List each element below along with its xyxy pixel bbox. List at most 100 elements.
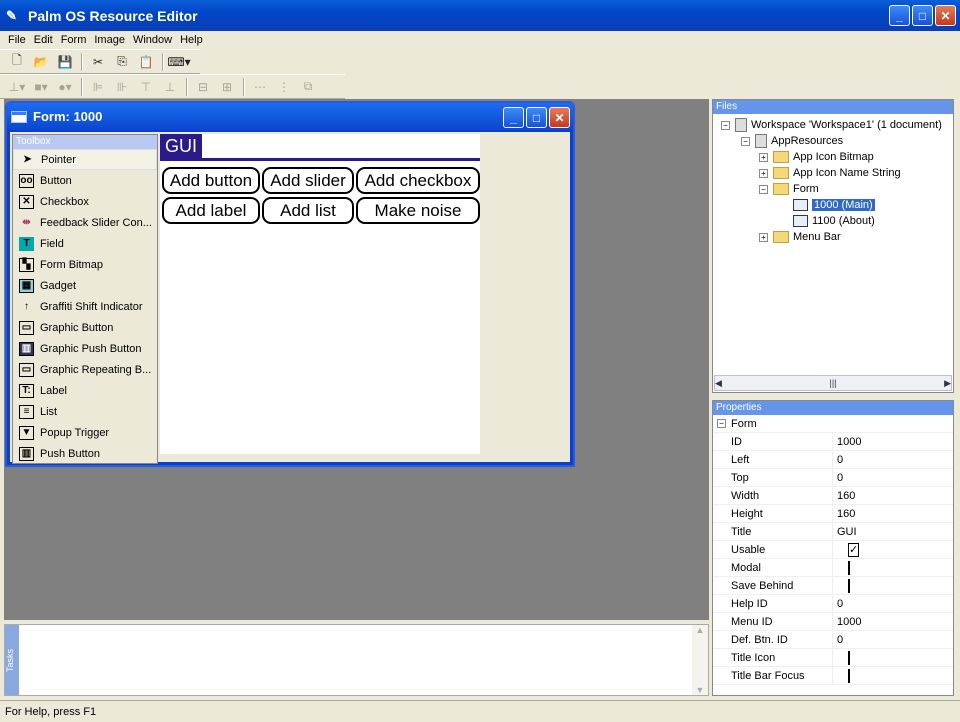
same-size-icon[interactable]: ⧉ <box>297 77 319 97</box>
toolbox-item-graphic-repeating-button[interactable]: ▭ Graphic Repeating B... <box>13 359 157 380</box>
align-top-icon[interactable]: ⊤ <box>135 77 157 97</box>
form-maximize-button[interactable]: □ <box>526 107 547 128</box>
property-row[interactable]: Title Bar Focus <box>713 666 953 685</box>
scroll-left-icon[interactable]: ◀ <box>715 378 722 389</box>
add-button-button[interactable]: Add button <box>162 167 260 194</box>
property-row[interactable]: Usable ✓ <box>713 540 953 559</box>
property-checkbox[interactable] <box>848 560 850 575</box>
tree-app-icon-name[interactable]: + App Icon Name String <box>759 165 901 181</box>
minimize-button[interactable]: _ <box>889 5 910 26</box>
add-checkbox-button[interactable]: Add checkbox <box>356 167 480 194</box>
toolbox-item-form-bitmap[interactable]: ▚ Form Bitmap <box>13 254 157 275</box>
property-value[interactable]: 0 <box>833 598 843 610</box>
tasks-tab[interactable]: Tasks <box>5 625 19 695</box>
property-value[interactable]: 160 <box>833 490 855 502</box>
scroll-thumb[interactable]: ||| <box>829 378 836 388</box>
form-title-tab[interactable]: GUI <box>160 134 203 158</box>
cut-icon[interactable]: ✂ <box>87 52 109 72</box>
toolbox-item-gadget[interactable]: ▦ Gadget <box>13 275 157 296</box>
form-canvas[interactable]: GUI Add button Add slider Add checkbox A… <box>160 134 480 454</box>
add-label-button[interactable]: Add label <box>162 197 260 224</box>
toolbox-item-graffiti-shift[interactable]: ↑ Graffiti Shift Indicator <box>13 296 157 317</box>
property-value[interactable]: 0 <box>833 454 843 466</box>
circle-dropdown-icon[interactable]: ●▾ <box>54 77 76 97</box>
add-slider-button[interactable]: Add slider <box>262 167 354 194</box>
tree-menu-bar[interactable]: + Menu Bar <box>759 229 841 245</box>
toolbox-item-feedback-slider[interactable]: ⇹ Feedback Slider Con... <box>13 212 157 233</box>
toolbox-item-label[interactable]: T: Label <box>13 380 157 401</box>
toolbox-item-graphic-button[interactable]: ▭ Graphic Button <box>13 317 157 338</box>
form-minimize-button[interactable]: _ <box>503 107 524 128</box>
property-row[interactable]: Height 160 <box>713 504 953 523</box>
property-value[interactable]: 0 <box>833 634 843 646</box>
center-vertical-icon[interactable]: ⊞ <box>216 77 238 97</box>
property-row[interactable]: Menu ID 1000 <box>713 612 953 631</box>
tree-form-1100[interactable]: 1100 (About) <box>793 213 875 229</box>
property-row[interactable]: Left 0 <box>713 450 953 469</box>
toolbox-item-popup-trigger[interactable]: ▼ Popup Trigger <box>13 422 157 443</box>
square-dropdown-icon[interactable]: ■▾ <box>30 77 52 97</box>
property-row[interactable]: Width 160 <box>713 486 953 505</box>
tasks-scrollbar[interactable]: ▲ ▼ <box>692 625 708 695</box>
property-row[interactable]: ID 1000 <box>713 432 953 451</box>
tree-form-1000[interactable]: 1000 (Main) <box>793 197 875 213</box>
pin-dropdown-icon[interactable]: ⊥▾ <box>6 77 28 97</box>
toolbox-item-graphic-push-button[interactable]: ▥ Graphic Push Button <box>13 338 157 359</box>
toolbox-item-button[interactable]: oo Button <box>13 170 157 191</box>
property-row[interactable]: Top 0 <box>713 468 953 487</box>
menu-image[interactable]: Image <box>90 34 129 46</box>
tree-app-icon-bitmap[interactable]: + App Icon Bitmap <box>759 149 874 165</box>
toolbox-item-list[interactable]: ≡ List <box>13 401 157 422</box>
property-row[interactable]: Save Behind <box>713 576 953 595</box>
space-horizontal-icon[interactable]: ⋯ <box>249 77 271 97</box>
scroll-up-icon[interactable]: ▲ <box>696 625 705 635</box>
property-row[interactable]: Def. Btn. ID 0 <box>713 630 953 649</box>
property-value[interactable]: 1000 <box>833 616 861 628</box>
center-horizontal-icon[interactable]: ⊟ <box>192 77 214 97</box>
menu-edit[interactable]: Edit <box>30 34 57 46</box>
device-dropdown-icon[interactable]: ⌨▾ <box>167 52 190 72</box>
toolbox-item-push-button[interactable]: ▥ Push Button <box>13 443 157 464</box>
toolbox-item-field[interactable]: T Field <box>13 233 157 254</box>
property-value[interactable]: 0 <box>833 472 843 484</box>
property-row[interactable]: Title Icon <box>713 648 953 667</box>
property-value[interactable]: 1000 <box>833 436 861 448</box>
scroll-down-icon[interactable]: ▼ <box>696 685 705 695</box>
menu-file[interactable]: File <box>4 34 30 46</box>
menu-help[interactable]: Help <box>176 34 207 46</box>
save-icon[interactable]: 💾 <box>54 52 76 72</box>
menu-window[interactable]: Window <box>129 34 176 46</box>
align-bottom-icon[interactable]: ⊥ <box>159 77 181 97</box>
property-row[interactable]: Title GUI <box>713 522 953 541</box>
close-button[interactable]: ✕ <box>935 5 956 26</box>
toolbox-item-pointer[interactable]: ➤ Pointer <box>13 149 157 170</box>
scroll-right-icon[interactable]: ▶ <box>944 378 951 389</box>
tree-workspace[interactable]: − Workspace 'Workspace1' (1 document) <box>721 117 942 133</box>
property-row[interactable]: Modal <box>713 558 953 577</box>
property-checkbox[interactable] <box>848 668 850 683</box>
files-hscrollbar[interactable]: ◀ ||| ▶ <box>714 375 952 391</box>
copy-icon[interactable]: ⎘ <box>111 52 133 72</box>
align-left-icon[interactable]: ⊫ <box>87 77 109 97</box>
paste-icon[interactable]: 📋 <box>135 52 157 72</box>
property-value[interactable]: GUI <box>833 526 857 538</box>
space-vertical-icon[interactable]: ⋮ <box>273 77 295 97</box>
property-row[interactable]: Help ID 0 <box>713 594 953 613</box>
property-value[interactable]: 160 <box>833 508 855 520</box>
property-checkbox[interactable] <box>848 578 850 593</box>
form-close-button[interactable]: ✕ <box>549 107 570 128</box>
add-list-button[interactable]: Add list <box>262 197 354 224</box>
properties-group[interactable]: − Form <box>713 415 953 433</box>
new-file-icon[interactable]: 🗋 <box>6 52 28 72</box>
tree-appresources[interactable]: − AppResources <box>741 133 843 149</box>
layout-toolbar: ⊥▾ ■▾ ●▾ ⊫ ⊪ ⊤ ⊥ ⊟ ⊞ ⋯ ⋮ ⧉ <box>0 74 345 99</box>
make-noise-button[interactable]: Make noise <box>356 197 480 224</box>
menu-form[interactable]: Form <box>57 34 91 46</box>
align-right-icon[interactable]: ⊪ <box>111 77 133 97</box>
maximize-button[interactable]: □ <box>912 5 933 26</box>
toolbox-item-checkbox[interactable]: ✕ Checkbox <box>13 191 157 212</box>
property-checkbox[interactable]: ✓ <box>848 542 860 557</box>
tree-form[interactable]: − Form <box>759 181 819 197</box>
open-folder-icon[interactable]: 📂 <box>30 52 52 72</box>
property-checkbox[interactable] <box>848 650 850 665</box>
